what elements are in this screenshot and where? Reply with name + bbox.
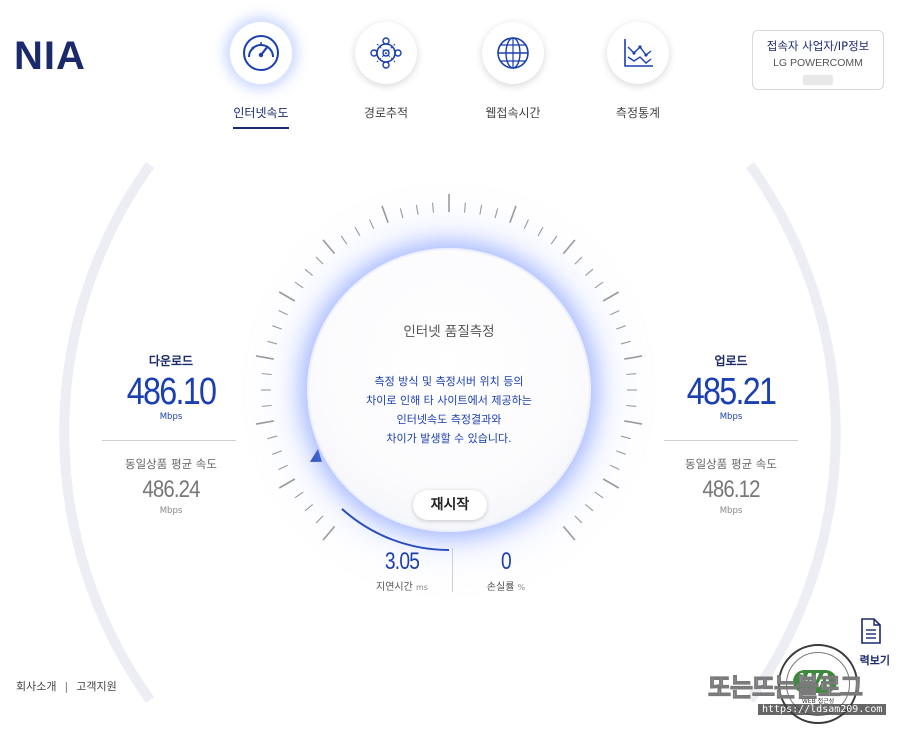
gauge-tick: [585, 268, 594, 277]
customer-support-link[interactable]: 고객지원: [76, 678, 116, 694]
loss-value: 0: [501, 548, 512, 575]
download-avg-value: 486.24: [142, 476, 200, 503]
upload-title: 업로드: [714, 354, 748, 368]
center-title: 인터넷 품질측정: [403, 324, 495, 340]
gauge-tick: [278, 310, 288, 316]
blog-watermark: 또는뜨는블로그 https://ldsam209.com: [707, 668, 894, 728]
latency-label: 지연시간 ms: [362, 578, 442, 593]
gauge-tick: [261, 373, 272, 376]
download-avg-unit: Mbps: [159, 506, 183, 516]
gauge-tick: [550, 235, 558, 245]
download-panel: 다운로드 486.10 Mbps: [91, 352, 251, 422]
footer-links: 회사소개 | 고객지원: [16, 678, 117, 694]
gauge-tick: [616, 450, 626, 455]
upload-panel: 업로드 485.21 Mbps: [651, 352, 811, 422]
desc-line: 측정 방식 및 측정서버 위치 등의: [374, 375, 524, 388]
gauge-tick: [479, 204, 483, 215]
download-average-panel: 동일상품 평균 속도 486.24 Mbps: [91, 456, 251, 516]
gauge-tick: [369, 219, 375, 229]
download-value: 486.10: [126, 371, 217, 413]
latency-stat: 3.05 지연시간 ms: [362, 548, 442, 593]
gauge-tick: [415, 204, 419, 215]
gauge-tick: [261, 404, 272, 407]
gauge-tick: [315, 515, 324, 524]
gauge-tick: [624, 420, 643, 425]
gauge-tick: [278, 464, 288, 470]
gauge-tick: [594, 281, 604, 289]
loss-unit: %: [517, 583, 526, 592]
gauge-tick: [616, 325, 626, 330]
divider: [664, 440, 798, 441]
gauge-tick: [626, 373, 637, 376]
stat-divider: [452, 548, 453, 592]
quality-measure-circle: 인터넷 품질측정 측정 방식 및 측정서버 위치 등의 차이로 인해 타 사이트…: [309, 250, 589, 530]
gauge-tick: [432, 202, 435, 213]
gauge-tick: [463, 202, 466, 213]
loss-label: 손실률 %: [466, 578, 546, 593]
gauge-tick: [626, 404, 637, 407]
gauge-tick: [272, 450, 282, 455]
document-icon: [861, 618, 881, 644]
gauge-tick: [255, 420, 274, 425]
gauge-tick: [278, 478, 296, 489]
gauge-tick: [574, 515, 583, 524]
gauge-tick: [315, 256, 324, 265]
watermark-text: 또는뜨는블로그: [707, 673, 863, 703]
loss-label-text: 손실률: [486, 582, 515, 593]
gauge-tick: [574, 256, 583, 265]
gauge-tick: [594, 491, 604, 499]
gauge-tick: [294, 491, 304, 499]
company-intro-link[interactable]: 회사소개: [16, 678, 56, 694]
gauge-tick: [322, 525, 336, 541]
footer-separator: |: [64, 680, 69, 693]
gauge-tick: [278, 291, 296, 302]
upload-avg-value: 486.12: [702, 476, 760, 503]
divider: [102, 440, 236, 441]
gauge-tick: [624, 355, 643, 360]
gauge-tick: [267, 340, 278, 345]
gauge-tick: [267, 435, 278, 440]
gauge-tick: [322, 239, 336, 255]
gauge-tick: [620, 340, 631, 345]
desc-line: 인터넷속도 측정결과와: [396, 413, 502, 426]
gauge-tick: [610, 464, 620, 470]
download-avg-label: 동일상품 평균 속도: [125, 457, 217, 471]
latency-value: 3.05: [384, 548, 420, 575]
upload-avg-label: 동일상품 평균 속도: [685, 457, 777, 471]
speed-test-page: NIA 인터넷속도 경로추적 웹접속시간 측정통계 접속자 사업자/IP정보 L…: [0, 0, 900, 736]
restart-button[interactable]: 재시작: [413, 490, 487, 520]
watermark-url: https://ldsam209.com: [758, 704, 887, 715]
gauge-tick: [304, 268, 313, 277]
gauge-tick: [620, 435, 631, 440]
gauge-tick: [340, 235, 348, 245]
center-description: 측정 방식 및 측정서버 위치 등의 차이로 인해 타 사이트에서 제공하는 인…: [309, 372, 589, 448]
gauge-tick: [509, 205, 517, 224]
gauge-tick: [562, 239, 576, 255]
gauge-tick: [354, 226, 361, 237]
gauge-tick: [523, 219, 529, 229]
desc-line: 차이가 발생할 수 있습니다.: [386, 432, 512, 445]
gauge-tick: [381, 205, 389, 224]
upload-value: 485.21: [686, 371, 777, 413]
gauge-tick: [399, 208, 404, 219]
gauge-tick: [304, 503, 313, 512]
gauge-tick: [562, 525, 576, 541]
gauge-tick: [272, 325, 282, 330]
loss-stat: 0 손실률 %: [466, 548, 546, 593]
gauge-tick: [610, 310, 620, 316]
gauge-tick: [585, 503, 594, 512]
latency-unit: ms: [416, 583, 428, 592]
gauge-pointer: [309, 448, 322, 462]
gauge-tick: [602, 291, 620, 302]
gauge-tick: [537, 226, 544, 237]
desc-line: 차이로 인해 타 사이트에서 제공하는: [366, 394, 532, 407]
gauge-tick: [294, 281, 304, 289]
download-title: 다운로드: [148, 354, 194, 368]
gauge-tick: [602, 478, 620, 489]
latency-label-text: 지연시간: [376, 582, 413, 593]
upload-average-panel: 동일상품 평균 속도 486.12 Mbps: [651, 456, 811, 516]
upload-avg-unit: Mbps: [719, 506, 743, 516]
gauge-tick: [494, 208, 499, 219]
gauge-tick: [255, 355, 274, 360]
